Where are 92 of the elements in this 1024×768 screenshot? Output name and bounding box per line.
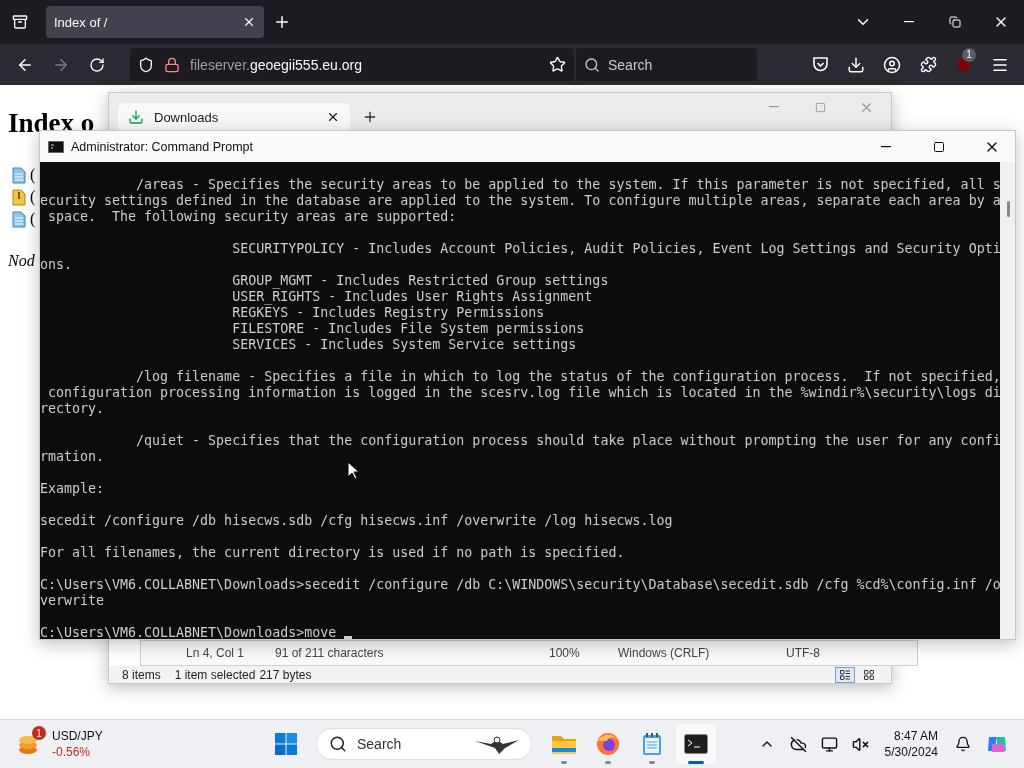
bird-icon (473, 733, 521, 755)
url-text: fileserver.geoegii555.eu.org (190, 56, 364, 73)
address-bar[interactable]: fileserver.geoegii555.eu.org (130, 48, 574, 81)
console-line: configuration processing information is logged in the scesrv.log file which is located in the %windir%\security\logs di (47, 385, 1000, 401)
search-icon (329, 735, 347, 753)
close-icon[interactable] (326, 110, 340, 124)
search-field[interactable]: Search (576, 48, 757, 81)
console-line: ons. (40, 257, 74, 273)
browser-tab[interactable]: Index of / (46, 6, 264, 38)
console-line: /log filename - Specifies a file in which to log the status of the configuration process. If not specified, (135, 369, 1000, 385)
console-line: USER_RIGHTS - Includes User Rights Assignment (231, 289, 594, 305)
list-view-icon (839, 668, 851, 681)
cloud-off-icon[interactable] (789, 735, 807, 753)
reload-icon (89, 56, 105, 73)
console-line: secedit /configure /db hisecws.sdb /cfg hisecws.inf /overwrite /log hisecws.log (40, 513, 674, 529)
taskbar-search-field[interactable]: Search (316, 728, 532, 760)
console-line: /areas - Specifies the security areas to be applied to the system. If this parameter is not specified, all s (135, 177, 1000, 193)
console-line: /quiet - Specifies that the configuration process should take place without prompting the user for any confi (135, 433, 1000, 449)
taskbar-app-button[interactable] (676, 724, 716, 764)
lock-icon (164, 56, 180, 73)
bell-icon (955, 736, 971, 752)
puzzle-icon (919, 56, 937, 73)
console-prompt: C:\Users\VM6.COLLABNET\Downloads>move (40, 625, 337, 639)
mouse-pointer-icon (347, 461, 359, 480)
folder-icon (551, 733, 577, 755)
console-line: verwrite (40, 593, 106, 609)
console-line: SERVICES - Includes System Service settings (231, 337, 578, 353)
console-icon (48, 140, 64, 153)
console-line: rmation. (40, 449, 106, 465)
status-text: Windows (CRLF) (618, 646, 711, 660)
console-line: SECURITYPOLICY - Includes Account Policies, Audit Policies, Event Log Settings and Security Opti (231, 241, 1000, 257)
footer-text: Nod (8, 252, 35, 270)
close-icon[interactable] (242, 15, 256, 29)
running-indicator (649, 761, 655, 764)
terminal-icon (684, 734, 708, 754)
console-line: REGKEYS - Includes Registry Permissions (231, 305, 546, 321)
status-text: 91 of 211 characters (275, 646, 385, 660)
explorer-tab[interactable]: Downloads (118, 103, 350, 131)
notepad-icon (642, 732, 662, 756)
plus-icon (362, 109, 378, 125)
bookmark-star-icon[interactable] (549, 56, 566, 73)
fox-globe-icon (596, 732, 620, 756)
status-text: Ln 4, Col 1 (186, 646, 246, 660)
download-icon (847, 55, 865, 74)
minimize-icon (769, 106, 779, 108)
grid-view-icon (863, 668, 875, 681)
shield-chevron-icon (811, 56, 829, 73)
console-line: For all filenames, the current directory is used if no path is specified. (40, 545, 626, 561)
console-line: space. The following security areas are supported: (47, 209, 458, 225)
status-text: 100% (549, 646, 581, 660)
monitor-icon[interactable] (820, 735, 838, 753)
file-link[interactable]: ( (30, 166, 36, 184)
archive-file-icon (12, 188, 26, 206)
console-line: Example: (40, 481, 106, 497)
document-icon (12, 166, 26, 184)
selection-size: 217 bytes (259, 667, 312, 682)
scroll-thumb[interactable] (1007, 201, 1010, 217)
status-text: UTF-8 (786, 646, 821, 660)
box-icon (12, 14, 28, 30)
shield-icon (138, 56, 154, 73)
volume-muted-icon[interactable] (851, 735, 869, 753)
clock[interactable]: 8:47 AM 5/30/2024 (884, 728, 938, 760)
maximize-icon (814, 101, 826, 113)
extension-button[interactable]: 1 (946, 48, 982, 81)
extension-badge: 1 (962, 47, 976, 62)
item-count: 8 items (122, 667, 161, 682)
file-link[interactable]: ( (30, 210, 36, 228)
selection-status: 1 item selected (174, 667, 256, 682)
running-indicator (561, 761, 567, 764)
console-line: C:\Users\VM6.COLLABNET\Downloads>secedit /configure /db C:\WINDOWS\security\Database\secedit.sdb /cfg %cd%\config.inf /o (40, 577, 1000, 593)
console-line: ecurity settings defined in the database are applied to the system. To configure multiple areas, separate each area by a (40, 193, 1000, 209)
running-indicator (605, 761, 611, 764)
minimize-icon (881, 145, 891, 148)
notification-badge: 1 (32, 726, 46, 740)
search-icon (584, 56, 600, 73)
windows-icon (275, 733, 297, 755)
running-indicator (688, 761, 704, 764)
console-line: rectory. (40, 401, 106, 417)
window-title: Administrator: Command Prompt (71, 139, 253, 154)
console-line: FILESTORE - Includes File System permissions (231, 321, 586, 337)
plus-icon (273, 13, 291, 31)
maximize-icon (933, 140, 945, 153)
view-toggle-button[interactable] (835, 666, 855, 683)
minimize-icon (904, 21, 914, 23)
download-icon (128, 109, 144, 125)
widget-change: -0.56% (52, 744, 92, 760)
file-link[interactable]: ( (30, 188, 36, 206)
console-line: GROUP_MGMT - Includes Restricted Group settings (231, 273, 610, 289)
document-icon (12, 210, 26, 228)
account-icon (883, 55, 901, 74)
restore-icon (949, 16, 961, 28)
widget-title: USD/JPY (52, 728, 103, 744)
